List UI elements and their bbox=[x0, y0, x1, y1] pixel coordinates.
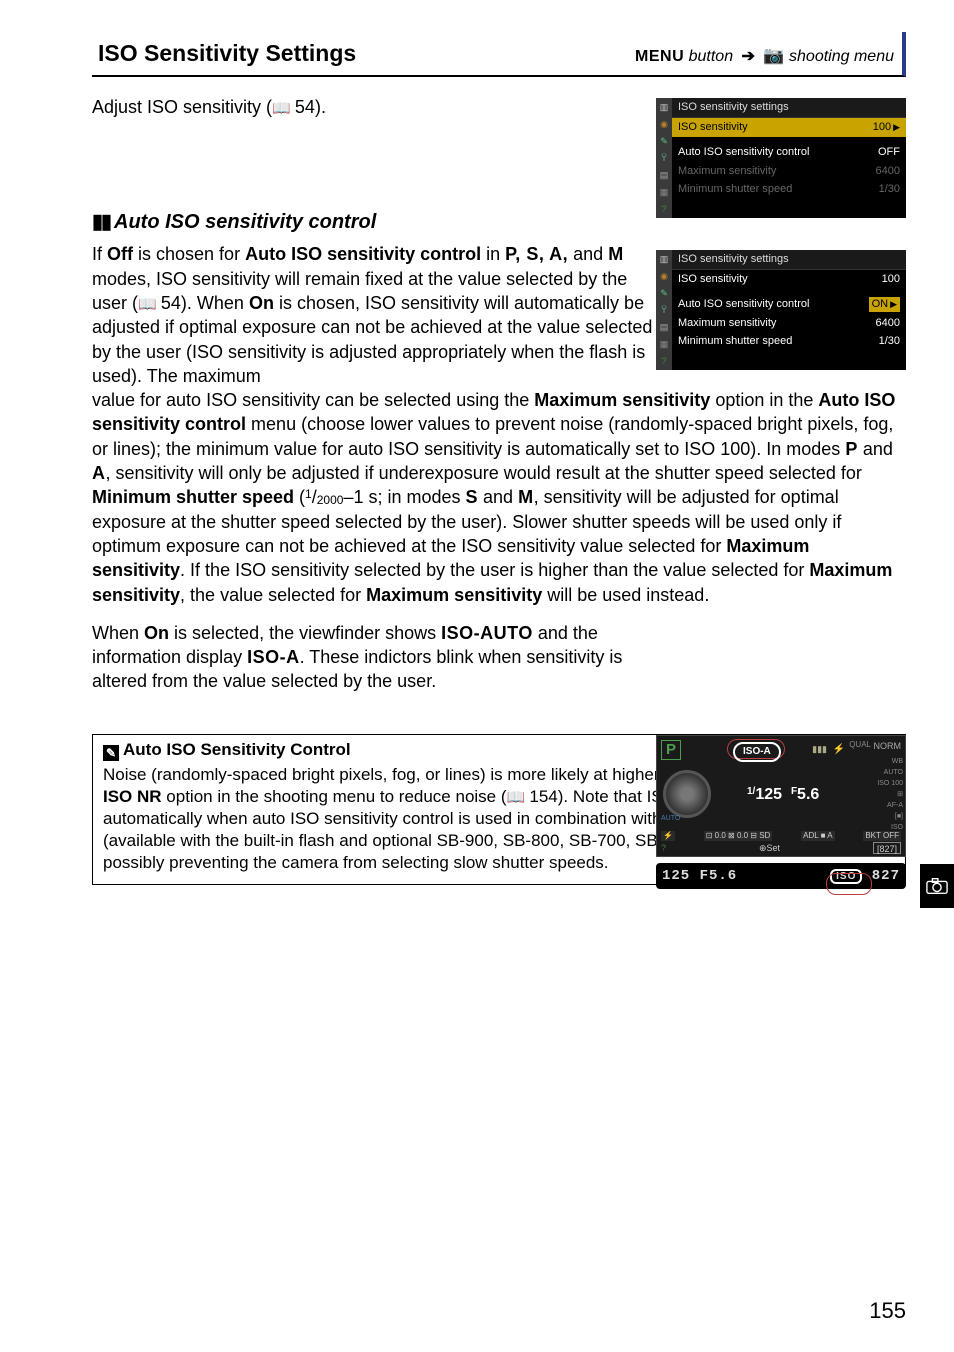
lcd2-title: ISO sensitivity settings bbox=[672, 250, 906, 270]
paragraph-1: If Off is chosen for Auto ISO sensitivit… bbox=[92, 242, 662, 388]
camera-icon: 📷 bbox=[763, 46, 784, 65]
lcd-tab-icons: ▥◉✎Ÿ▤▦? bbox=[656, 250, 672, 370]
arrow-icon: ➔ bbox=[742, 48, 755, 65]
vf-dial-icon bbox=[663, 770, 711, 818]
vf-qual: QUAL bbox=[849, 740, 871, 751]
vf-battery-icon: ▮▮▮ bbox=[812, 743, 827, 755]
menu-button-suffix: button bbox=[689, 48, 733, 65]
viewfinder-illustration: P ISO-A ▮▮▮ ⚡ QUAL NORM 1/125 F5.6 WB AU… bbox=[656, 735, 906, 895]
intro-a: Adjust ISO sensitivity ( bbox=[92, 97, 272, 117]
lcd-screenshot-off: ▥◉✎Ÿ▤▦? ISO sensitivity settings ISO sen… bbox=[656, 98, 906, 218]
lcd1-row-max: Maximum sensitivity6400 bbox=[672, 162, 906, 181]
vf-bottom-row: ?⊕Set[827] bbox=[661, 842, 901, 854]
vf-strip-count: 827 bbox=[872, 868, 900, 884]
lcd1-row-min: Minimum shutter speed1/30 bbox=[672, 180, 906, 199]
lcd2-row-auto: Auto ISO sensitivity controlON▶ bbox=[672, 295, 906, 314]
menu-name: shooting menu bbox=[789, 48, 894, 65]
lcd1-row-auto: Auto ISO sensitivity controlOFF bbox=[672, 143, 906, 162]
section-title: ISO Sensitivity Settings bbox=[98, 38, 356, 69]
book-icon: 📖 bbox=[272, 100, 295, 117]
vf-auto-tag: AUTO bbox=[661, 814, 680, 823]
paragraph-3: When On is selected, the viewfinder show… bbox=[92, 621, 662, 694]
lcd2-row-min: Minimum shutter speed1/30 bbox=[672, 332, 906, 351]
lcd-screenshot-on: ▥◉✎Ÿ▤▦? ISO sensitivity settings ISO sen… bbox=[656, 250, 906, 370]
lcd2-row-iso: ISO sensitivity100 bbox=[672, 270, 906, 289]
vf-right-col: WB AUTOISO 100⊞AF-A[■]ISO bbox=[873, 756, 903, 833]
vf-iso-a-badge: ISO-A bbox=[733, 742, 781, 762]
lcd1-title: ISO sensitivity settings bbox=[672, 98, 906, 118]
vf-info-bar: ⚡⊡ 0.0 ⊠ 0.0 ⊟ SDADL ■ ABKT OFF bbox=[661, 830, 901, 842]
header-path: MENU button ➔ 📷 shooting menu bbox=[635, 45, 894, 68]
page-number: 155 bbox=[869, 1296, 906, 1326]
intro-b: ). bbox=[315, 97, 326, 117]
vf-strip-iso-highlight bbox=[826, 873, 872, 895]
section-header: ISO Sensitivity Settings MENU button ➔ 📷… bbox=[92, 32, 906, 77]
vf-mode: P bbox=[661, 740, 681, 760]
vf-flash-icon: ⚡ bbox=[833, 743, 845, 757]
side-tab-camera-icon bbox=[920, 864, 954, 908]
vf-norm: NORM bbox=[874, 740, 902, 752]
pencil-icon: ✎ bbox=[103, 745, 119, 761]
lcd1-row-iso: ISO sensitivity100▶ bbox=[672, 118, 906, 137]
vf-strip-exposure: 125 F5.6 bbox=[662, 867, 737, 886]
lcd2-row-max: Maximum sensitivity6400 bbox=[672, 314, 906, 333]
menu-button-label: MENU bbox=[635, 48, 684, 65]
intro-ref: 54 bbox=[295, 97, 315, 117]
lcd-tab-icons: ▥◉✎Ÿ▤▦? bbox=[656, 98, 672, 218]
paragraph-2: value for auto ISO sensitivity can be se… bbox=[92, 388, 906, 607]
vf-exposure: 1/125 F5.6 bbox=[747, 784, 819, 806]
